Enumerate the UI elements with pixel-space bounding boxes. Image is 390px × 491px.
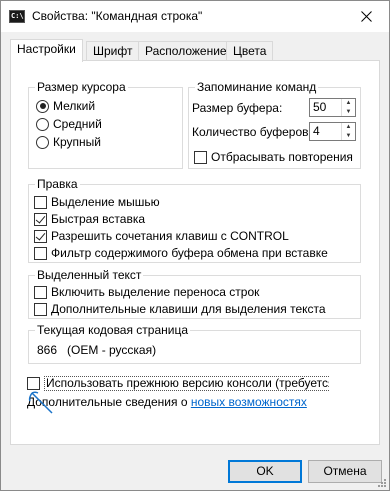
insert-mode-checkbox[interactable]: Быстрая вставка — [34, 211, 145, 227]
discard-duplicates-checkbox[interactable]: Отбрасывать повторения — [194, 149, 353, 165]
edit-options-title: Правка — [35, 177, 80, 191]
ctrl-keys-checkbox[interactable]: Разрешить сочетания клавиш с CONTROL — [34, 228, 289, 244]
tab-strip: Настройки Шрифт Расположение Цвета — [10, 39, 380, 62]
console-app-icon: C:\ — [9, 10, 25, 23]
buffer-size-arrows[interactable]: ▲ ▼ — [341, 99, 355, 116]
text-selection-group: Выделенный текст Включить выделение пере… — [28, 268, 361, 319]
command-history-group: Запоминание команд Размер буфера: 50 ▲ ▼… — [188, 80, 361, 169]
legacy-console-box[interactable] — [27, 376, 40, 390]
line-wrap-selection-label: Включить выделение переноса строк — [51, 285, 260, 299]
close-icon — [361, 11, 372, 22]
extended-keys-label: Дополнительные клавиши для выделения тек… — [51, 302, 326, 316]
line-wrap-selection-checkbox[interactable]: Включить выделение переноса строк — [34, 284, 259, 300]
cursor-size-group: Размер курсора Мелкий Средний Крупный — [28, 80, 183, 169]
settings-panel: Размер курсора Мелкий Средний Крупный За… — [10, 60, 380, 445]
legacy-console-label: Использовать прежнюю версию консоли (тре… — [44, 375, 329, 391]
spin-down-icon[interactable]: ▼ — [342, 132, 355, 141]
cancel-button[interactable]: Отмена — [308, 460, 382, 483]
radio-medium-label: Средний — [53, 117, 102, 131]
spin-up-icon[interactable]: ▲ — [342, 99, 355, 108]
quick-edit-label: Выделение мышью — [51, 195, 160, 209]
radio-large-label: Крупный — [53, 135, 101, 149]
buffer-count-spinner[interactable]: 4 ▲ ▼ — [309, 122, 356, 141]
tab-font[interactable]: Шрифт — [86, 41, 140, 61]
edit-options-group: Правка Выделение мышью Быстрая вставка Р… — [28, 177, 361, 263]
buffer-count-label-text: Количество буферов: — [192, 125, 312, 139]
ctrl-keys-box[interactable] — [34, 229, 47, 243]
buffer-size-value[interactable]: 50 — [310, 99, 341, 116]
radio-medium[interactable]: Средний — [36, 116, 102, 132]
resize-grip-icon[interactable] — [375, 476, 387, 488]
line-wrap-selection-box[interactable] — [34, 285, 47, 299]
spin-down-icon[interactable]: ▼ — [342, 108, 355, 117]
insert-mode-label: Быстрая вставка — [51, 212, 146, 226]
codepage-title: Текущая кодовая страница — [35, 323, 191, 337]
text-selection-title: Выделенный текст — [35, 268, 144, 282]
tab-settings[interactable]: Настройки — [10, 39, 83, 62]
mouse-pointer-icon — [28, 391, 53, 414]
radio-small[interactable]: Мелкий — [36, 98, 95, 114]
clipboard-filter-box[interactable] — [34, 246, 47, 260]
new-features-link[interactable]: новых возможностях — [191, 395, 307, 409]
quick-edit-checkbox[interactable]: Выделение мышью — [34, 194, 160, 210]
extended-keys-checkbox[interactable]: Дополнительные клавиши для выделения тек… — [34, 301, 326, 317]
ok-button[interactable]: OK — [228, 460, 302, 483]
spin-up-icon[interactable]: ▲ — [342, 123, 355, 132]
codepage-value: 866 (OEM - русская) — [37, 343, 157, 357]
discard-duplicates-label: Отбрасывать повторения — [211, 150, 353, 164]
radio-large[interactable]: Крупный — [36, 134, 101, 150]
radio-small-label: Мелкий — [53, 99, 96, 113]
buffer-size-label-text: Размер буфера: — [192, 101, 283, 115]
radio-medium-indicator[interactable] — [36, 117, 49, 131]
properties-window: C:\ Свойства: "Командная строка" Настрой… — [0, 0, 390, 491]
title-bar: C:\ Свойства: "Командная строка" — [1, 1, 389, 32]
insert-mode-box[interactable] — [34, 212, 47, 226]
buffer-count-label: Количество буферов: — [192, 124, 312, 140]
legacy-console-checkbox[interactable]: Использовать прежнюю версию консоли (тре… — [27, 375, 329, 391]
command-history-title: Запоминание команд — [195, 80, 319, 94]
buffer-count-arrows[interactable]: ▲ ▼ — [341, 123, 355, 140]
tab-layout[interactable]: Расположение — [138, 41, 234, 61]
extended-keys-box[interactable] — [34, 302, 47, 316]
buffer-size-spinner[interactable]: 50 ▲ ▼ — [309, 98, 356, 117]
buffer-count-value[interactable]: 4 — [310, 123, 341, 140]
close-button[interactable] — [344, 1, 389, 32]
more-info-line: Дополнительные сведения о новых возможно… — [27, 394, 307, 410]
window-title: Свойства: "Командная строка" — [32, 9, 203, 23]
quick-edit-box[interactable] — [34, 195, 47, 209]
radio-small-indicator[interactable] — [36, 99, 49, 113]
buffer-size-label: Размер буфера: — [192, 100, 282, 116]
clipboard-filter-checkbox[interactable]: Фильтр содержимого буфера обмена при вст… — [34, 245, 328, 261]
tab-colors[interactable]: Цвета — [226, 41, 274, 61]
cursor-size-title: Размер курсора — [35, 80, 128, 94]
radio-large-indicator[interactable] — [36, 135, 49, 149]
clipboard-filter-label: Фильтр содержимого буфера обмена при вст… — [51, 246, 328, 260]
codepage-group: Текущая кодовая страница 866 (OEM - русс… — [28, 323, 361, 364]
ctrl-keys-label: Разрешить сочетания клавиш с CONTROL — [51, 229, 289, 243]
discard-duplicates-box[interactable] — [194, 150, 207, 164]
